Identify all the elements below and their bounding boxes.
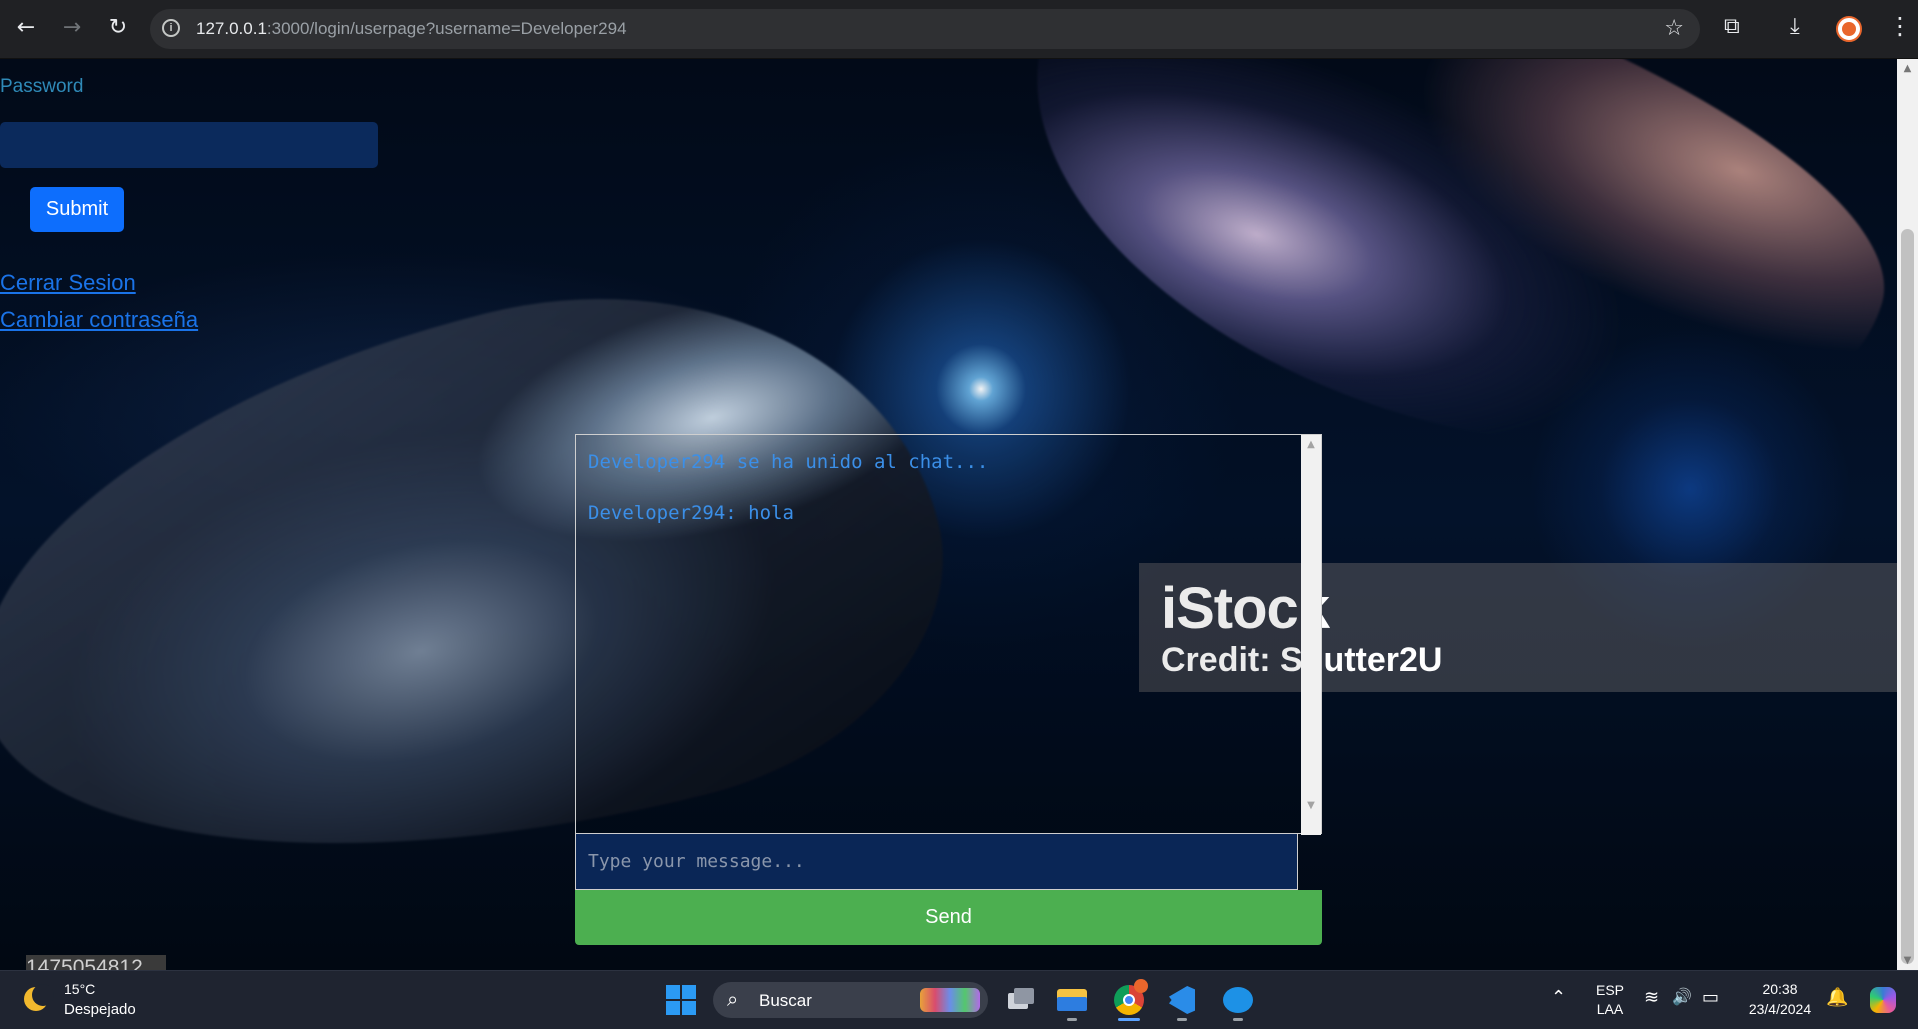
profile-avatar[interactable]: [1836, 16, 1862, 42]
forward-arrow-icon[interactable]: →: [56, 12, 88, 44]
clock-time[interactable]: 20:38: [1738, 981, 1822, 997]
page-scroll-thumb[interactable]: [1901, 229, 1914, 964]
task-view-icon[interactable]: [1002, 983, 1036, 1017]
address-bar[interactable]: i 127.0.0.1:3000/login/userpage?username…: [150, 9, 1700, 49]
page-viewport: Password Submit Cerrar Sesion Cambiar co…: [0, 59, 1897, 970]
language-indicator-top[interactable]: ESP: [1593, 982, 1627, 998]
language-indicator-bottom[interactable]: LAA: [1593, 1001, 1627, 1017]
search-label: Buscar: [759, 991, 812, 1010]
copilot-icon[interactable]: [1866, 983, 1900, 1017]
show-hidden-icons-chevron-icon[interactable]: ⌃: [1551, 987, 1566, 1008]
windows-taskbar: 15°C Despejado ⌕ Buscar ⌃ ESP LAA ≋ 🔊 ▭ …: [0, 970, 1918, 1029]
weather-temperature[interactable]: 15°C: [64, 981, 95, 997]
chat-scrollbar[interactable]: ▲ ▼: [1301, 435, 1321, 835]
chat-message: Developer294 se ha unido al chat...: [588, 451, 989, 473]
page-scroll-up-icon[interactable]: ▲: [1897, 63, 1918, 74]
download-icon[interactable]: ⤓: [1790, 14, 1800, 39]
bookmark-star-icon[interactable]: ☆: [1664, 16, 1684, 41]
reload-icon[interactable]: ↻: [102, 12, 134, 44]
page-footer-text: 1475054812: [26, 955, 166, 970]
chrome-icon[interactable]: [1112, 979, 1148, 1021]
windows-start-icon[interactable]: [666, 985, 696, 1015]
search-icon: ⌕: [727, 987, 739, 1011]
scroll-down-arrow-icon[interactable]: ▼: [1301, 800, 1321, 811]
page-scrollbar[interactable]: ▲ ▼: [1897, 59, 1918, 970]
url-host: 127.0.0.1: [196, 19, 267, 38]
chat-messages-box[interactable]: Developer294 se ha unido al chat... Deve…: [575, 434, 1322, 835]
site-info-icon[interactable]: i: [162, 19, 180, 37]
volume-icon[interactable]: 🔊: [1672, 987, 1692, 1006]
chat-message: Developer294: hola: [588, 502, 794, 524]
moon-weather-icon[interactable]: [24, 984, 54, 1011]
app-indicator: [1177, 1018, 1187, 1021]
change-password-link[interactable]: Cambiar contraseña: [0, 307, 198, 333]
weather-condition[interactable]: Despejado: [64, 1001, 136, 1018]
browser-menu-icon[interactable]: ⋮: [1888, 12, 1912, 40]
logout-link[interactable]: Cerrar Sesion: [0, 270, 136, 296]
search-highlight-icon: [920, 988, 980, 1012]
app-indicator: [1067, 1018, 1077, 1021]
back-arrow-icon[interactable]: ←: [10, 12, 42, 44]
message-input[interactable]: [575, 834, 1298, 890]
notification-bell-icon[interactable]: 🔔: [1826, 987, 1848, 1008]
password-label: Password: [0, 76, 84, 97]
password-input[interactable]: [0, 122, 378, 168]
scroll-up-arrow-icon[interactable]: ▲: [1301, 439, 1321, 450]
page-scroll-down-icon[interactable]: ▼: [1897, 955, 1918, 966]
battery-icon[interactable]: ▭: [1702, 987, 1719, 1008]
taskbar-search[interactable]: ⌕ Buscar: [713, 982, 988, 1018]
app-indicator: [1118, 1018, 1140, 1021]
docker-icon[interactable]: [1221, 983, 1255, 1021]
submit-button[interactable]: Submit: [30, 187, 124, 232]
file-explorer-icon[interactable]: [1055, 983, 1089, 1021]
app-indicator: [1233, 1018, 1243, 1021]
url-path: :3000/login/userpage?username=Developer2…: [266, 19, 627, 38]
wifi-icon[interactable]: ≋: [1644, 987, 1659, 1008]
send-button[interactable]: Send: [575, 890, 1322, 945]
vscode-icon[interactable]: [1165, 983, 1199, 1021]
extensions-icon[interactable]: ⧉: [1724, 14, 1740, 39]
url-text[interactable]: 127.0.0.1:3000/login/userpage?username=D…: [196, 19, 627, 39]
clock-date[interactable]: 23/4/2024: [1738, 1001, 1822, 1017]
browser-toolbar: ← → ↻ i 127.0.0.1:3000/login/userpage?us…: [0, 0, 1918, 59]
